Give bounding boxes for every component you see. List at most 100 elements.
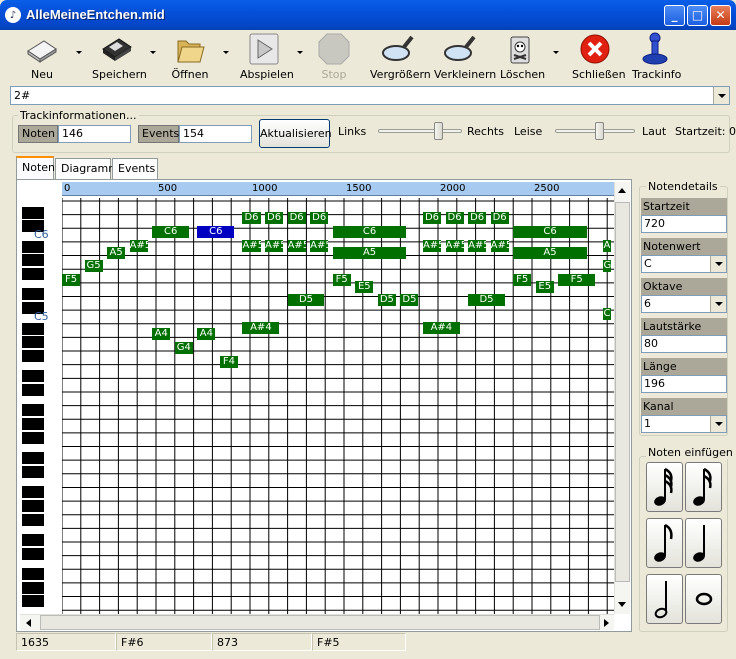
events-count-field[interactable]: 154 [179,125,252,143]
note-block[interactable]: A5 [513,246,587,259]
insert-sixty-fourth-note-button[interactable] [646,462,683,512]
track-select[interactable]: 2# [10,86,730,105]
note-block[interactable]: C6 [513,226,587,239]
delete-button[interactable]: Löschen [500,31,545,83]
note-block[interactable]: F5 [62,273,81,286]
zoom-in-button[interactable]: Vergrößern [370,31,431,83]
note-block[interactable]: G5 [84,260,103,273]
note-block[interactable]: A5 [332,246,407,259]
vertical-scroll-thumb[interactable] [615,202,630,582]
black-key[interactable] [22,370,44,383]
notes-count-field[interactable]: 146 [58,125,131,143]
minimize-button[interactable]: _ [664,5,685,26]
note-block[interactable]: G4 [174,342,193,355]
note-block[interactable]: C6 [197,226,235,239]
insert-half-note-button[interactable] [646,574,683,624]
insert-eighth-note-button[interactable] [646,518,683,568]
scroll-right-arrow-icon[interactable] [604,619,609,627]
note-block[interactable]: F4 [219,355,238,368]
black-key[interactable] [22,404,44,417]
pan-slider[interactable] [378,129,462,133]
play-button[interactable]: Abspielen [240,31,294,83]
note-block[interactable]: A#5 [603,239,611,252]
note-block[interactable]: A#5 [490,239,509,252]
black-key[interactable] [22,534,44,546]
black-key[interactable] [22,452,44,465]
black-key[interactable] [22,349,44,362]
black-key[interactable] [22,322,44,335]
volume-slider-thumb[interactable] [595,122,604,140]
note-block[interactable]: D6 [265,212,284,225]
vertical-scrollbar[interactable] [614,182,630,614]
black-key[interactable] [22,547,44,560]
note-block[interactable]: A#5 [445,239,464,252]
tab-notes[interactable]: Noten [16,156,55,180]
stop-button[interactable]: Stop [316,31,352,83]
scroll-left-arrow-icon[interactable] [26,619,31,627]
black-key[interactable] [22,568,44,581]
black-key[interactable] [22,499,44,512]
note-block[interactable]: A#5 [265,239,284,252]
tab-diagram[interactable]: Diagramm [55,158,119,179]
note-block[interactable]: A4 [197,328,216,341]
note-block[interactable]: A4 [152,328,171,341]
horizontal-scrollbar[interactable] [20,614,614,630]
note-block[interactable]: E5 [355,280,374,293]
insert-quarter-note-button[interactable] [685,518,722,568]
length-field[interactable]: 196 [641,375,727,393]
music-icon[interactable]: ♪ [5,7,21,23]
velocity-field[interactable]: 80 [641,335,727,353]
black-key[interactable] [22,513,44,526]
note-block[interactable]: D5 [287,294,325,307]
time-ruler[interactable]: 0 500 1000 1500 2000 2500 [62,182,614,196]
tab-events[interactable]: Events [112,158,158,179]
note-block[interactable]: D5 [377,294,396,307]
note-block[interactable]: D5 [468,294,505,307]
maximize-button[interactable]: □ [687,5,708,26]
note-block[interactable]: F5 [332,273,351,286]
black-key[interactable] [22,288,44,301]
note-block[interactable]: C6 [332,226,407,239]
note-block[interactable]: A#5 [310,239,329,252]
save-button[interactable]: Speichern [92,31,147,83]
note-block[interactable]: C6 [152,226,190,239]
note-block[interactable]: A#5 [287,239,306,252]
note-value-select[interactable]: C [641,255,727,273]
note-block[interactable]: F5 [513,273,532,286]
play-dropdown-arrow[interactable] [297,51,303,54]
black-key[interactable] [22,581,44,594]
note-block[interactable]: F5 [558,273,596,286]
open-dropdown-arrow[interactable] [223,51,229,54]
scroll-up-arrow-icon[interactable] [618,188,626,193]
insert-thirty-second-note-button[interactable] [685,462,722,512]
octave-select[interactable]: 6 [641,295,727,313]
open-button[interactable]: Öffnen [168,31,212,83]
start-time-detail-field[interactable]: 720 [641,215,727,233]
close-window-button[interactable]: ✕ [710,5,731,26]
delete-dropdown-arrow[interactable] [553,51,559,54]
note-block[interactable]: A#5 [129,239,148,252]
trackinfo-button[interactable]: Trackinfo [632,31,681,83]
note-block[interactable]: D6 [490,212,509,225]
piano-keyboard[interactable]: C6 C5 [22,198,62,614]
black-key[interactable] [22,486,44,499]
note-block[interactable]: G5 [603,260,611,273]
black-key[interactable] [22,268,44,281]
note-block[interactable]: D6 [468,212,487,225]
note-block[interactable]: D6 [310,212,329,225]
note-grid[interactable]: D6D6D6D6D6D6D6D6C6C6C6C6A#5A#5A#5A#5A#5A… [62,198,614,614]
note-block[interactable]: D6 [242,212,261,225]
channel-select[interactable]: 1 [641,415,727,433]
note-block[interactable]: D6 [422,212,441,225]
black-key[interactable] [22,254,44,267]
note-block[interactable]: A#5 [422,239,441,252]
note-block[interactable]: A#4 [422,321,460,334]
close-button[interactable]: Schließen [572,31,626,83]
new-button[interactable]: Neu [24,31,60,83]
pan-slider-thumb[interactable] [434,122,444,140]
note-block[interactable]: D6 [287,212,306,225]
note-block[interactable]: A#5 [468,239,487,252]
channel-dropdown-button[interactable] [710,416,726,432]
zoom-out-button[interactable]: Verkleinern [434,31,496,83]
black-key[interactable] [22,465,44,478]
